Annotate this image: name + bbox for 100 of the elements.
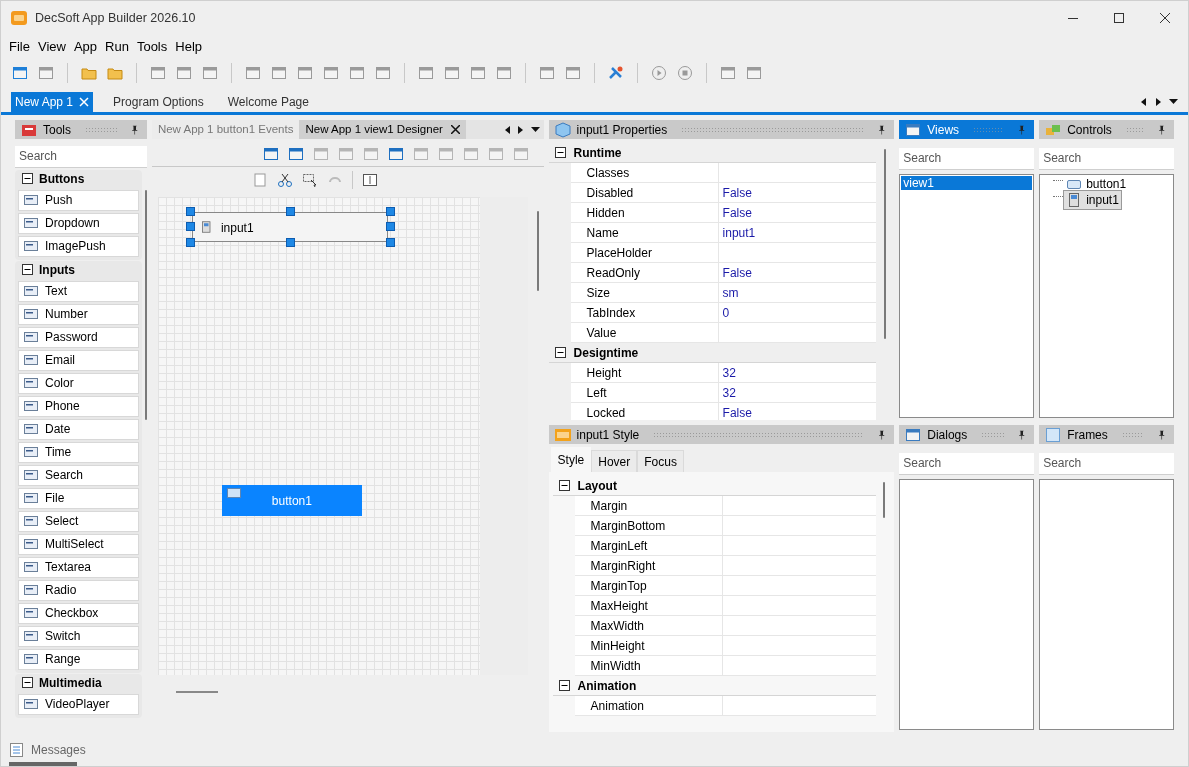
- editor-tab[interactable]: New App 1 button1 Events: [151, 120, 300, 139]
- close-icon: [1160, 13, 1170, 23]
- property-value[interactable]: 0: [722, 303, 730, 322]
- panel-title: input1 Properties: [576, 121, 668, 139]
- scroll-right-icon[interactable]: [517, 125, 523, 134]
- collapse-icon[interactable]: [558, 680, 570, 691]
- phone-icon: [200, 219, 213, 235]
- property-name: MinHeight: [590, 637, 645, 655]
- tool-item[interactable]: Password: [18, 326, 139, 348]
- tool-item[interactable]: Textarea: [18, 556, 139, 578]
- property-name: Margin: [590, 497, 628, 515]
- collapse-icon[interactable]: [22, 264, 33, 275]
- widget-icon: [23, 306, 39, 322]
- menu-item[interactable]: App: [69, 37, 102, 57]
- property-value[interactable]: 32: [722, 383, 736, 402]
- group-heading: Multimedia: [39, 674, 102, 692]
- search-field[interactable]: Search: [1039, 147, 1174, 170]
- menu-item[interactable]: File: [5, 37, 34, 57]
- messages-tab[interactable]: Messages: [31, 741, 86, 759]
- property-value[interactable]: sm: [722, 283, 739, 302]
- collapse-icon[interactable]: [558, 480, 570, 491]
- menu-item[interactable]: Run: [101, 37, 133, 57]
- document-tab[interactable]: Welcome Page: [223, 92, 313, 112]
- tool-item[interactable]: Time: [18, 441, 139, 463]
- property-name: MarginRight: [590, 557, 656, 575]
- group-heading: Buttons: [39, 170, 85, 188]
- tool-item[interactable]: Number: [18, 303, 139, 325]
- tool-item[interactable]: Phone: [18, 395, 139, 417]
- button-control[interactable]: button1: [221, 485, 362, 516]
- property-value[interactable]: 32: [722, 363, 736, 382]
- widget-icon: [23, 696, 39, 712]
- scrollbar[interactable]: [536, 211, 539, 291]
- document-tab[interactable]: Program Options: [109, 92, 208, 112]
- list-item[interactable]: view1: [901, 175, 1033, 190]
- style-tab[interactable]: Focus: [637, 450, 684, 472]
- tool-item[interactable]: File: [18, 487, 139, 509]
- input-control[interactable]: input1: [191, 212, 388, 242]
- property-name: Value: [586, 324, 617, 342]
- collapse-icon[interactable]: [22, 173, 33, 184]
- tool-item[interactable]: Range: [18, 648, 139, 670]
- widget-icon: [23, 605, 39, 621]
- search-field[interactable]: Search: [899, 147, 1035, 170]
- search-field[interactable]: Search: [1039, 452, 1174, 475]
- resize-handle[interactable]: [285, 207, 295, 216]
- section-heading: Designtime: [573, 344, 639, 362]
- close-icon[interactable]: [450, 125, 460, 134]
- resize-handle[interactable]: [285, 238, 295, 247]
- tool-item[interactable]: Email: [18, 349, 139, 371]
- property-value[interactable]: input1: [722, 223, 756, 242]
- scroll-left-icon[interactable]: [1141, 98, 1147, 106]
- tool-item[interactable]: Date: [18, 418, 139, 440]
- style-tab[interactable]: Hover: [591, 450, 638, 472]
- section-heading: Runtime: [573, 144, 622, 162]
- design-canvas[interactable]: input1 button1: [157, 197, 528, 675]
- tool-item[interactable]: MultiSelect: [18, 533, 139, 555]
- dropdown-icon[interactable]: [530, 126, 540, 133]
- property-value[interactable]: False: [722, 183, 752, 202]
- tool-item[interactable]: Radio: [18, 579, 139, 601]
- widget-icon: [23, 513, 39, 529]
- property-value[interactable]: False: [722, 403, 752, 420]
- property-name: MaxWidth: [590, 617, 644, 635]
- style-tab[interactable]: Style: [550, 447, 592, 472]
- scrollbar[interactable]: [144, 189, 147, 420]
- scroll-left-icon[interactable]: [504, 125, 510, 134]
- panel-title: Tools: [43, 121, 71, 139]
- tool-item[interactable]: Text: [18, 280, 139, 302]
- tree-item[interactable]: input1: [1063, 189, 1122, 210]
- tool-item[interactable]: Color: [18, 372, 139, 394]
- tool-item[interactable]: Checkbox: [18, 602, 139, 624]
- toolbar-button[interactable]: [301, 172, 318, 188]
- editor-tab[interactable]: New App 1 view1 Designer: [299, 120, 466, 139]
- property-value[interactable]: False: [722, 263, 752, 282]
- scrollbar[interactable]: [884, 149, 887, 339]
- tool-item[interactable]: Search: [18, 464, 139, 486]
- scroll-right-icon[interactable]: [1155, 98, 1161, 106]
- group-heading: Inputs: [39, 261, 75, 279]
- scissors-icon: [276, 172, 293, 188]
- tool-item[interactable]: Switch: [18, 625, 139, 647]
- property-name: MarginBottom: [590, 517, 666, 535]
- window-icon: [905, 121, 922, 138]
- tool-item[interactable]: Dropdown: [18, 212, 139, 234]
- menu-item[interactable]: View: [33, 37, 70, 57]
- tool-item[interactable]: ImagePush: [18, 235, 139, 257]
- scrollbar[interactable]: [883, 482, 886, 518]
- tool-item[interactable]: Push: [18, 189, 139, 211]
- document-tab[interactable]: New App 1: [11, 92, 94, 112]
- menu-item[interactable]: Tools: [132, 37, 172, 57]
- toolbar-button[interactable]: [276, 172, 293, 188]
- menu-item[interactable]: Help: [171, 37, 206, 57]
- tool-item[interactable]: VideoPlayer: [18, 693, 139, 715]
- dropdown-icon[interactable]: [1169, 99, 1178, 105]
- collapse-icon[interactable]: [22, 677, 33, 688]
- widget-icon: [23, 536, 39, 552]
- search-field[interactable]: Search: [899, 452, 1035, 475]
- property-value[interactable]: False: [722, 203, 752, 222]
- widget-icon: [23, 375, 39, 391]
- tool-item[interactable]: Select: [18, 510, 139, 532]
- collapse-icon[interactable]: [554, 147, 566, 158]
- collapse-icon[interactable]: [554, 347, 566, 358]
- search-field[interactable]: Search: [15, 145, 147, 168]
